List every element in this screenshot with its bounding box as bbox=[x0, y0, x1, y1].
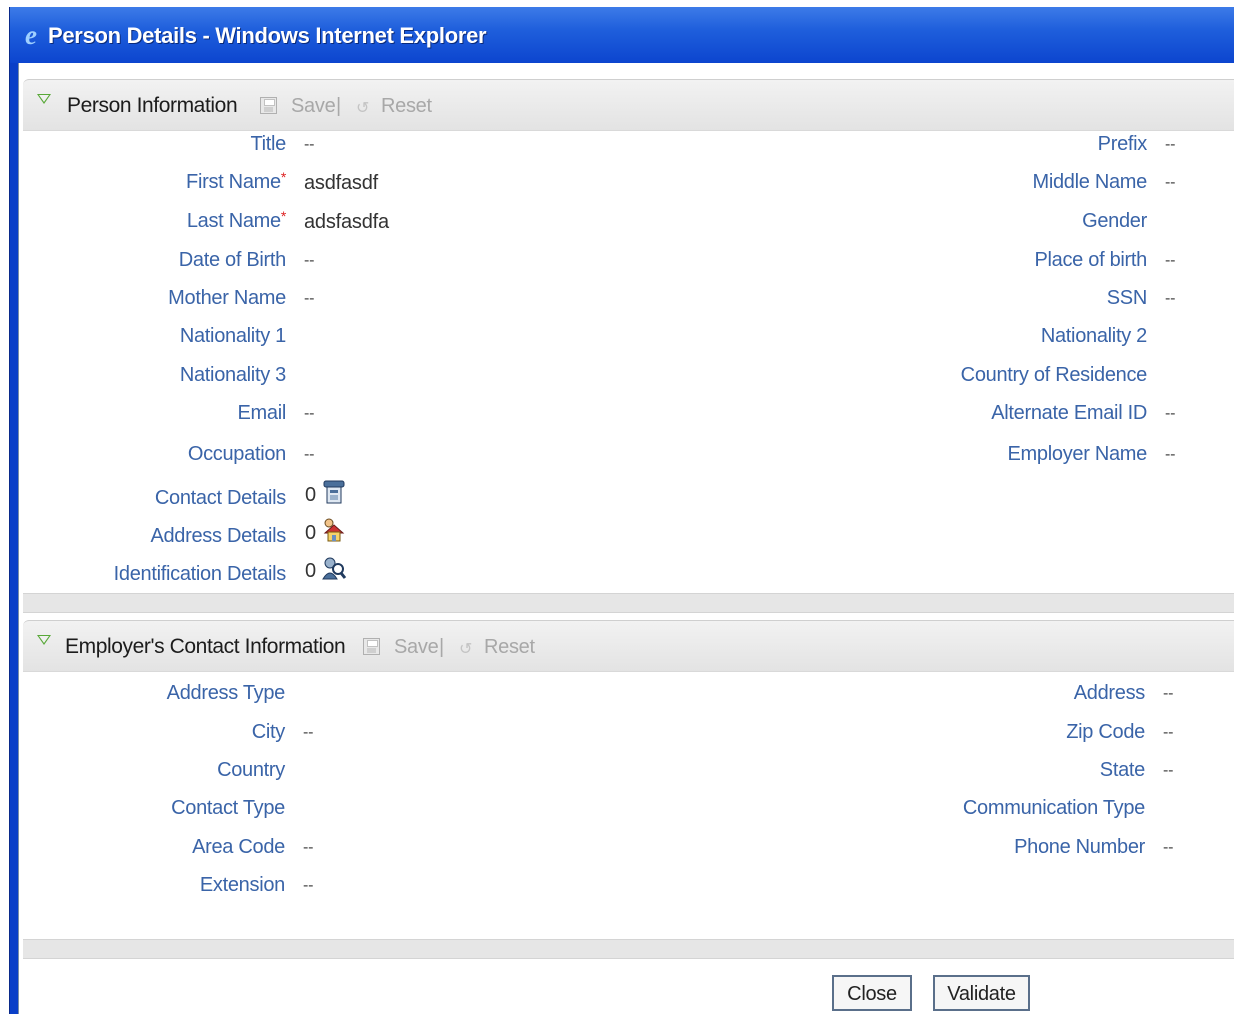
field-label-mother-name: Mother Name bbox=[168, 287, 286, 309]
field-label-first-name: First Name* bbox=[186, 169, 286, 193]
collapse-triangle-icon[interactable] bbox=[37, 635, 51, 645]
detail-link-contact-details[interactable]: Contact Details bbox=[155, 487, 286, 510]
field-label-nationality-1: Nationality 1 bbox=[179, 325, 286, 347]
field-value-last-name: adsfasdfa bbox=[304, 211, 389, 233]
field-label-country: Country bbox=[217, 759, 285, 781]
detail-link-address-details[interactable]: Address Details bbox=[150, 525, 286, 548]
field-value-first-name: asdfasdf bbox=[304, 172, 379, 194]
reset-button[interactable]: Reset bbox=[484, 636, 535, 659]
field-value-title: -- bbox=[304, 136, 315, 153]
reset-icon[interactable]: ↺ bbox=[356, 98, 369, 118]
validate-button[interactable]: Validate bbox=[933, 975, 1030, 1011]
toolbar-separator: | bbox=[336, 95, 342, 117]
field-value-alternate-email-id: -- bbox=[1165, 405, 1176, 422]
field-value-ssn: -- bbox=[1165, 290, 1176, 307]
panel-title: Employer's Contact Information bbox=[65, 635, 346, 658]
detail-link-identification-details[interactable]: Identification Details bbox=[114, 563, 287, 586]
field-label-title: Title bbox=[250, 133, 286, 155]
field-label-contact-type: Contact Type bbox=[171, 797, 285, 819]
identification-icon[interactable] bbox=[321, 555, 347, 581]
detail-count: 0 bbox=[305, 560, 317, 582]
employer-panel-header: Employer's Contact Information Save | ↺ … bbox=[23, 620, 1234, 672]
field-label-nationality-2: Nationality 2 bbox=[1040, 325, 1147, 347]
field-value-occupation: -- bbox=[304, 446, 315, 463]
field-label-phone-number: Phone Number bbox=[1014, 836, 1145, 858]
toolbar-separator: | bbox=[439, 636, 445, 658]
house-icon[interactable] bbox=[321, 517, 347, 543]
field-label-area-code: Area Code bbox=[192, 836, 285, 858]
field-label-address-type: Address Type bbox=[166, 682, 286, 704]
reset-button[interactable]: Reset bbox=[381, 95, 432, 118]
field-value-mother-name: -- bbox=[304, 290, 315, 307]
field-value-zip-code: -- bbox=[1163, 724, 1174, 741]
save-button[interactable]: Save bbox=[394, 636, 439, 659]
window-title: Person Details - Windows Internet Explor… bbox=[48, 23, 487, 48]
field-label-email: Email bbox=[237, 402, 286, 424]
reset-icon[interactable]: ↺ bbox=[459, 639, 472, 659]
field-value-place-of-birth: -- bbox=[1165, 252, 1176, 269]
person-info-panel-header: Person Information Save | ↺ Reset bbox=[23, 79, 1234, 131]
field-label-city: City bbox=[251, 721, 286, 743]
field-value-address: -- bbox=[1163, 685, 1174, 702]
phone-icon[interactable] bbox=[321, 479, 347, 505]
detail-count: 0 bbox=[305, 522, 317, 544]
field-value-phone-number: -- bbox=[1163, 839, 1174, 856]
required-marker: * bbox=[280, 208, 286, 224]
title-bar[interactable]: e Person Details - Windows Internet Expl… bbox=[10, 7, 1234, 63]
internet-explorer-icon: e bbox=[25, 20, 37, 50]
field-label-country-of-residence: Country of Residence bbox=[960, 364, 1148, 386]
field-label-place-of-birth: Place of birth bbox=[1034, 249, 1147, 271]
field-label-prefix: Prefix bbox=[1097, 133, 1148, 155]
field-value-middle-name: -- bbox=[1165, 174, 1176, 191]
page-content: Person Information Save | ↺ Reset Title -… bbox=[18, 63, 1234, 1014]
field-value-prefix: -- bbox=[1165, 136, 1176, 153]
field-label-middle-name: Middle Name bbox=[1032, 171, 1147, 193]
field-value-date-of-birth: -- bbox=[304, 252, 315, 269]
collapse-triangle-icon[interactable] bbox=[37, 94, 51, 104]
field-value-state: -- bbox=[1163, 762, 1174, 779]
field-label-alternate-email-id: Alternate Email ID bbox=[991, 402, 1147, 424]
detail-count: 0 bbox=[305, 484, 317, 506]
field-label-state: State bbox=[1099, 759, 1146, 781]
field-label-extension: Extension bbox=[199, 874, 285, 896]
browser-window: e Person Details - Windows Internet Expl… bbox=[9, 7, 1234, 1014]
save-icon[interactable] bbox=[260, 97, 277, 114]
field-label-gender: Gender bbox=[1082, 210, 1147, 232]
save-button[interactable]: Save bbox=[291, 95, 336, 118]
field-label-last-name: Last Name* bbox=[186, 208, 286, 232]
field-label-nationality-3: Nationality 3 bbox=[179, 364, 286, 386]
field-label-address: Address bbox=[1073, 682, 1146, 704]
panel-title: Person Information bbox=[67, 94, 238, 117]
field-value-employer-name: -- bbox=[1165, 446, 1176, 463]
field-value-area-code: -- bbox=[303, 839, 314, 856]
close-button[interactable]: Close bbox=[832, 975, 912, 1011]
field-label-ssn: SSN bbox=[1106, 287, 1148, 309]
field-value-city: -- bbox=[303, 724, 314, 741]
field-value-email: -- bbox=[304, 405, 315, 422]
field-label-date-of-birth: Date of Birth bbox=[178, 249, 287, 271]
panel-footer-bar bbox=[23, 939, 1234, 959]
panel-footer-bar bbox=[23, 593, 1234, 613]
field-value-extension: -- bbox=[303, 877, 314, 894]
save-icon[interactable] bbox=[363, 638, 380, 655]
field-label-employer-name: Employer Name bbox=[1007, 443, 1148, 465]
field-label-zip-code: Zip Code bbox=[1066, 721, 1145, 743]
required-marker: * bbox=[280, 169, 286, 185]
field-label-communication-type: Communication Type bbox=[962, 797, 1145, 819]
field-label-occupation: Occupation bbox=[187, 443, 286, 465]
